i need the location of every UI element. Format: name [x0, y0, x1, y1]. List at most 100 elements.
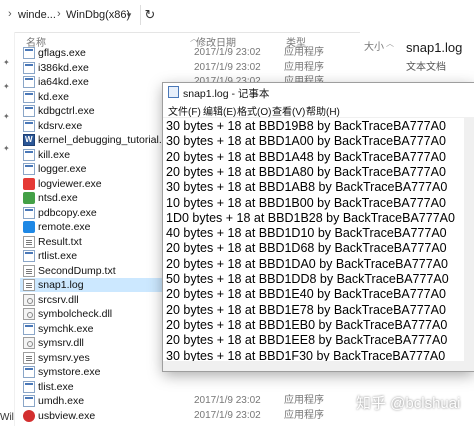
search-input[interactable]: [158, 0, 474, 32]
breadcrumb-chevron-icon[interactable]: ›: [8, 8, 12, 20]
text-line: 20 bytes + 18 at BBD1EE8 by BackTraceBA7…: [166, 333, 448, 348]
file-date: 2017/1/9 23:02: [194, 61, 261, 73]
file-name: kernel_debugging_tutorial.doc: [38, 134, 179, 146]
file-name: symsrv.yes: [38, 351, 90, 364]
file-date: 2017/1/9 23:02: [194, 395, 261, 406]
text-file-icon: [23, 351, 35, 364]
chevron-up-icon: ︿: [190, 34, 198, 43]
text-line: 20 bytes + 18 at BBD1A80 by BackTraceBA7…: [166, 164, 446, 179]
file-name: symstore.exe: [38, 366, 101, 378]
file-type: 应用程序: [284, 61, 324, 73]
text-line: 40 bytes + 18 at BBD1D10 by BackTraceBA7…: [166, 226, 447, 241]
menu-view[interactable]: 查看(V): [272, 103, 305, 118]
file-type: 应用程序: [284, 409, 324, 421]
file-name: kd.exe: [38, 90, 69, 103]
text-line: 20 bytes + 18 at BBD1D68 by BackTraceBA7…: [166, 241, 447, 256]
file-name: srcsrv.dll: [38, 293, 79, 306]
text-line: 30 bytes + 18 at BBD1AB8 by BackTraceBA7…: [166, 180, 448, 195]
notepad-title: snap1.log - 记事本: [183, 88, 270, 100]
app-icon: [23, 177, 35, 190]
text-file-icon: [23, 235, 35, 248]
file-type: 应用程序: [284, 47, 324, 58]
text-line: 10 bytes + 18 at BBD1B00 by BackTraceBA7…: [166, 195, 446, 210]
exe-file-icon: [23, 163, 35, 175]
app-icon: [23, 221, 35, 233]
navigation-pane[interactable]: ✦ ✦ ✦ ✦ Wil: [0, 32, 15, 426]
text-line: 30 bytes + 18 at BBD19B8 by BackTraceBA7…: [166, 119, 446, 133]
pin-icon[interactable]: ✦: [3, 112, 10, 121]
breadcrumb-separator: ›: [57, 8, 61, 20]
text-file-icon: [23, 279, 35, 291]
file-date: 2017/1/9 23:02: [194, 409, 261, 421]
file-name: logviewer.exe: [38, 177, 102, 190]
text-line: 30 bytes + 18 at BBD1A00 by BackTraceBA7…: [166, 134, 446, 149]
file-type: 应用程序: [284, 395, 324, 406]
file-name: kill.exe: [38, 148, 71, 161]
file-name: usbview.exe: [38, 409, 96, 422]
file-date: 2017/1/9 23:02: [194, 47, 261, 58]
notepad-window[interactable]: snap1.log - 记事本 文件(F) 编辑(E) 格式(O) 查看(V) …: [163, 83, 474, 371]
file-name: umdh.exe: [38, 395, 85, 407]
column-header-size[interactable]: 大小: [364, 38, 384, 53]
menu-help[interactable]: 帮助(H): [306, 103, 340, 118]
text-line: 20 bytes + 18 at BBD1A48 by BackTraceBA7…: [166, 149, 446, 164]
text-line: 20 bytes + 18 at BBD1E78 by BackTraceBA7…: [166, 302, 446, 317]
pin-icon[interactable]: ✦: [3, 144, 10, 153]
breadcrumb-parent[interactable]: winde...: [18, 9, 56, 21]
dll-file-icon: [23, 337, 35, 349]
watermark: 知乎 @bclshuai: [356, 395, 461, 412]
exe-file-icon: [23, 119, 35, 132]
vertical-scrollbar[interactable]: [464, 117, 474, 371]
notepad-text-area[interactable]: 30 bytes + 18 at BBD19B8 by BackTraceBA7…: [163, 117, 474, 371]
pin-icon[interactable]: ✦: [3, 82, 10, 91]
file-name: kdbgctrl.exe: [38, 105, 95, 117]
notepad-menubar: 文件(F) 编辑(E) 格式(O) 查看(V) 帮助(H): [163, 101, 474, 118]
exe-file-icon: [23, 90, 35, 103]
file-name: snap1.log: [38, 279, 84, 291]
exe-file-icon: [23, 250, 35, 262]
exe-file-icon: [23, 395, 35, 407]
file-name: remote.exe: [38, 221, 91, 233]
exe-file-icon: [23, 148, 35, 161]
notepad-icon: [168, 86, 179, 98]
usb-icon: [23, 409, 35, 422]
text-line: 20 bytes + 18 at BBD1E40 by BackTraceBA7…: [166, 287, 446, 302]
file-name: pdbcopy.exe: [38, 206, 97, 219]
menu-edit[interactable]: 编辑(E): [203, 103, 236, 118]
notepad-titlebar[interactable]: snap1.log - 记事本: [163, 83, 474, 101]
exe-file-icon: [23, 380, 35, 393]
menu-format[interactable]: 格式(O): [237, 103, 271, 118]
file-name: rtlist.exe: [38, 250, 78, 262]
exe-file-icon: [23, 47, 35, 59]
file-name: kdsrv.exe: [38, 119, 83, 132]
preview-filetype: 文本文档: [406, 62, 446, 73]
exe-file-icon: [23, 61, 35, 74]
nav-item-label[interactable]: Wil: [0, 412, 14, 423]
file-name: symsrv.dll: [38, 337, 84, 349]
refresh-icon[interactable]: ↻: [140, 5, 159, 25]
exe-file-icon: [23, 76, 35, 88]
text-line: 1D0 bytes + 18 at BBD1B28 by BackTraceBA…: [166, 210, 455, 225]
menu-file[interactable]: 文件(F): [168, 103, 201, 118]
address-bar[interactable]: › winde... › WinDbg(x86) ▾ ↻: [0, 0, 474, 33]
exe-file-icon: [23, 105, 35, 117]
file-name: tlist.exe: [38, 380, 74, 393]
preview-filename: snap1.log: [406, 40, 463, 55]
text-line: 20 bytes + 18 at BBD1EB0 by BackTraceBA7…: [166, 317, 448, 332]
file-name: logger.exe: [38, 163, 87, 175]
app-icon: [23, 192, 35, 204]
address-dropdown-icon[interactable]: ▾: [122, 7, 136, 23]
chevron-up-icon: ︿: [386, 39, 394, 48]
file-name: SecondDump.txt: [38, 264, 116, 277]
file-name: i386kd.exe: [38, 61, 89, 74]
exe-file-icon: [23, 366, 35, 378]
file-name: symchk.exe: [38, 322, 94, 335]
word-doc-icon: [23, 133, 35, 147]
text-file-icon: [23, 264, 35, 277]
horizontal-scrollbar[interactable]: [163, 361, 474, 371]
file-name: ia64kd.exe: [38, 76, 89, 88]
text-line: 20 bytes + 18 at BBD1DA0 by BackTraceBA7…: [166, 256, 448, 271]
breadcrumb-current[interactable]: WinDbg(x86): [66, 9, 130, 21]
exe-file-icon: [23, 322, 35, 335]
pin-icon[interactable]: ✦: [3, 58, 10, 67]
